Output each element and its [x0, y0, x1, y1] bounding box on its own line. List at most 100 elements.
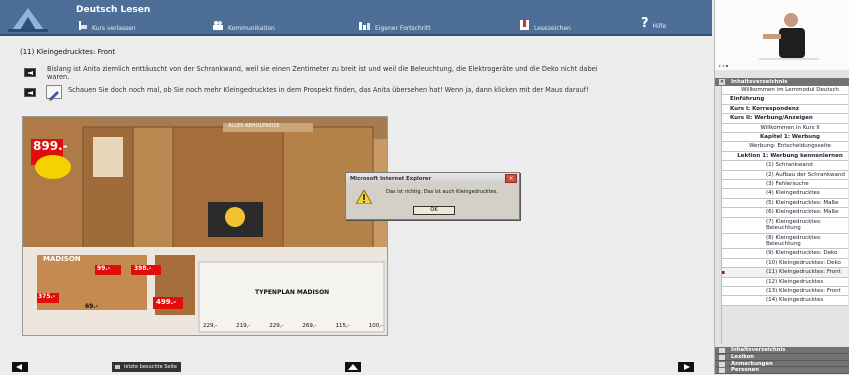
- toc-item[interactable]: (10) Kleingedrucktes: Deko: [722, 258, 848, 269]
- right-sidebar: ▸ ◂ ▪ × Inhaltsverzeichnis Willkommen im…: [714, 0, 849, 375]
- toc-item-label: (14) Kleingedrucktes: [766, 297, 824, 304]
- toc-item[interactable]: Kurs I: Korrespondenz: [722, 104, 848, 115]
- nav-label: Kommunikation: [228, 25, 275, 32]
- toc-item[interactable]: Kurs II: Werbung/Anzeigen: [722, 114, 848, 124]
- row-price: 269,-: [302, 323, 317, 329]
- toc-item[interactable]: (6) Kleingedrucktes: Maße: [722, 208, 848, 218]
- panel-label: Lexikon: [731, 353, 754, 360]
- arrow-left-icon: [16, 364, 22, 370]
- nav-kommunikation[interactable]: Kommunikation: [212, 18, 275, 32]
- expand-icon[interactable]: [719, 348, 725, 353]
- intro-paragraph: Bislang ist Anita ziemlich enttäuscht vo…: [47, 65, 598, 81]
- panel-inhaltsverzeichnis[interactable]: Inhaltsverzeichnis: [715, 347, 849, 354]
- nav-hilfe[interactable]: ? Hilfe: [641, 16, 666, 30]
- toc-item-label: (7) Kleingedrucktes: Beleuchtung: [766, 218, 822, 232]
- ok-button[interactable]: OK: [413, 206, 455, 215]
- row-price: 100,-: [368, 323, 383, 329]
- toc-item-label: Einführung: [730, 96, 765, 103]
- presenter-video[interactable]: ▸ ◂ ▪: [715, 0, 849, 70]
- last-visited-page-button[interactable]: letzte besuchte Seite: [112, 362, 181, 372]
- panel-anmerkungen[interactable]: Anmerkungen: [715, 360, 849, 368]
- toc-item[interactable]: (1) Schrankwand: [722, 161, 848, 171]
- price-main: 899.-: [33, 139, 68, 153]
- toc-item-label: (8) Kleingedrucktes: Beleuchtung: [766, 234, 822, 247]
- toc-item[interactable]: (13) Kleingedrucktes: Front: [722, 286, 848, 297]
- expand-icon[interactable]: [719, 354, 725, 360]
- toc-item[interactable]: Willkommen im Lernmodul Deutsch: [722, 86, 848, 96]
- toc-item[interactable]: (3) Fehlersuche: [722, 180, 848, 190]
- toc-item-label: (2) Aufbau der Schrankwand: [766, 171, 845, 178]
- toc-header-label: Inhaltsverzeichnis: [731, 79, 788, 85]
- current-page-marker-icon: ▸▪: [721, 269, 726, 277]
- alert-dialog: Microsoft Internet Explorer × Das ist ri…: [345, 172, 520, 220]
- nav-label: Hilfe: [652, 23, 667, 30]
- toc-item[interactable]: Kapitel 1: Werbung: [722, 133, 848, 143]
- nav-label: Kurs verlassen: [92, 25, 136, 32]
- app-window: Deutsch Lesen Kurs verlassen Kommunikati…: [0, 0, 849, 375]
- banner-text: ALLES ABHOLPREISE: [228, 123, 280, 129]
- expand-icon[interactable]: [719, 361, 725, 367]
- arrow-right-icon: [684, 364, 690, 370]
- toc-item[interactable]: Einführung: [722, 95, 848, 105]
- dialog-message: Das ist richtig. Das ist auch Kleingedru…: [386, 189, 498, 195]
- next-page-button[interactable]: [678, 362, 694, 372]
- toc-item[interactable]: Werbung: Entscheidungsseite: [722, 142, 848, 152]
- toc-item[interactable]: (7) Kleingedrucktes: Beleuchtung: [722, 217, 848, 234]
- nav-lesezeichen[interactable]: Lesezeichen: [519, 18, 571, 32]
- toc-item-label: Kurs II: Werbung/Anzeigen: [730, 115, 813, 122]
- prices-row: 229,- 219,- 229,- 269,- 115,- 100,-: [203, 323, 383, 329]
- price-e: 499.-: [156, 298, 177, 306]
- nav-kurs-verlassen[interactable]: Kurs verlassen: [78, 18, 136, 32]
- progress-chart-icon: [359, 20, 371, 32]
- row-price: 115,-: [335, 323, 350, 329]
- panel-personen[interactable]: Personen: [715, 367, 849, 375]
- toc-panel-header[interactable]: × Inhaltsverzeichnis: [715, 78, 849, 86]
- bookmark-icon: [519, 20, 530, 32]
- toc-item[interactable]: (8) Kleingedrucktes: Beleuchtung: [722, 233, 848, 250]
- toc-item[interactable]: (14) Kleingedrucktes: [722, 296, 848, 306]
- program-title: TYPENPLAN MADISON: [255, 289, 330, 296]
- toc-item[interactable]: Lektion 1: Werbung kennenlernen: [722, 151, 848, 162]
- video-status: ▸ ◂ ▪: [719, 63, 729, 68]
- row-price: 229,-: [269, 323, 284, 329]
- nav-eigener-fortschritt[interactable]: Eigener Fortschritt: [359, 18, 431, 32]
- toc-item[interactable]: (4) Kleingedrucktes: [722, 189, 848, 199]
- page-up-button[interactable]: [345, 362, 361, 372]
- toc-item-label: (1) Schrankwand: [766, 162, 813, 169]
- close-icon[interactable]: ×: [505, 174, 517, 183]
- toc-item[interactable]: (12) Kleingedrucktes: [722, 277, 848, 287]
- price-c: 375.-: [38, 293, 56, 300]
- speaker-icon[interactable]: [24, 68, 36, 77]
- top-header: Deutsch Lesen Kurs verlassen Kommunikati…: [0, 0, 712, 36]
- toc-item-label: (10) Kleingedrucktes: Deko: [766, 259, 841, 266]
- panel-label: Anmerkungen: [731, 360, 773, 367]
- brochure-illustration: [23, 117, 387, 335]
- toc-item-current[interactable]: ▸▪ (11) Kleingedrucktes: Front: [721, 268, 848, 278]
- help-icon: ?: [641, 16, 649, 31]
- panel-label: Personen: [731, 367, 760, 374]
- arrow-up-icon: [348, 364, 358, 370]
- toc-item[interactable]: (5) Kleingedrucktes: Maße: [722, 198, 848, 209]
- toc-item[interactable]: (2) Aufbau der Schrankwand: [722, 170, 848, 181]
- people-icon: [212, 20, 224, 32]
- toc-item[interactable]: Willkommen in Kurs II: [722, 123, 848, 134]
- toc-item-label: (5) Kleingedrucktes: Maße: [766, 199, 839, 206]
- row-price: 219,-: [236, 323, 251, 329]
- toc-item-label: (6) Kleingedrucktes: Maße: [766, 209, 839, 216]
- toc-item[interactable]: (9) Kleingedrucktes: Deko: [722, 249, 848, 259]
- warning-icon: [356, 190, 372, 204]
- presenter-figure: [715, 0, 849, 70]
- panel-lexikon[interactable]: Lexikon: [715, 353, 849, 361]
- furniture-brochure-image[interactable]: 899.- ALLES ABHOLPREISE MADISON 99.- 398…: [22, 116, 388, 336]
- speaker-icon[interactable]: [24, 88, 36, 97]
- expand-icon[interactable]: [719, 368, 725, 374]
- toc-item-label: Willkommen im Lernmodul Deutsch: [741, 87, 839, 93]
- previous-page-button[interactable]: [12, 362, 28, 372]
- toc-item-label: Werbung: Entscheidungsseite: [749, 143, 831, 150]
- price-d: 69.-: [85, 303, 99, 310]
- bottom-panels: Inhaltsverzeichnis Lexikon Anmerkungen P…: [715, 347, 849, 375]
- page-title: (11) Kleingedrucktes: Front: [20, 48, 116, 56]
- toc-item-label: Kurs I: Korrespondenz: [730, 105, 799, 112]
- collapse-icon[interactable]: ×: [719, 79, 725, 85]
- toc-item-label: (13) Kleingedrucktes: Front: [766, 287, 841, 294]
